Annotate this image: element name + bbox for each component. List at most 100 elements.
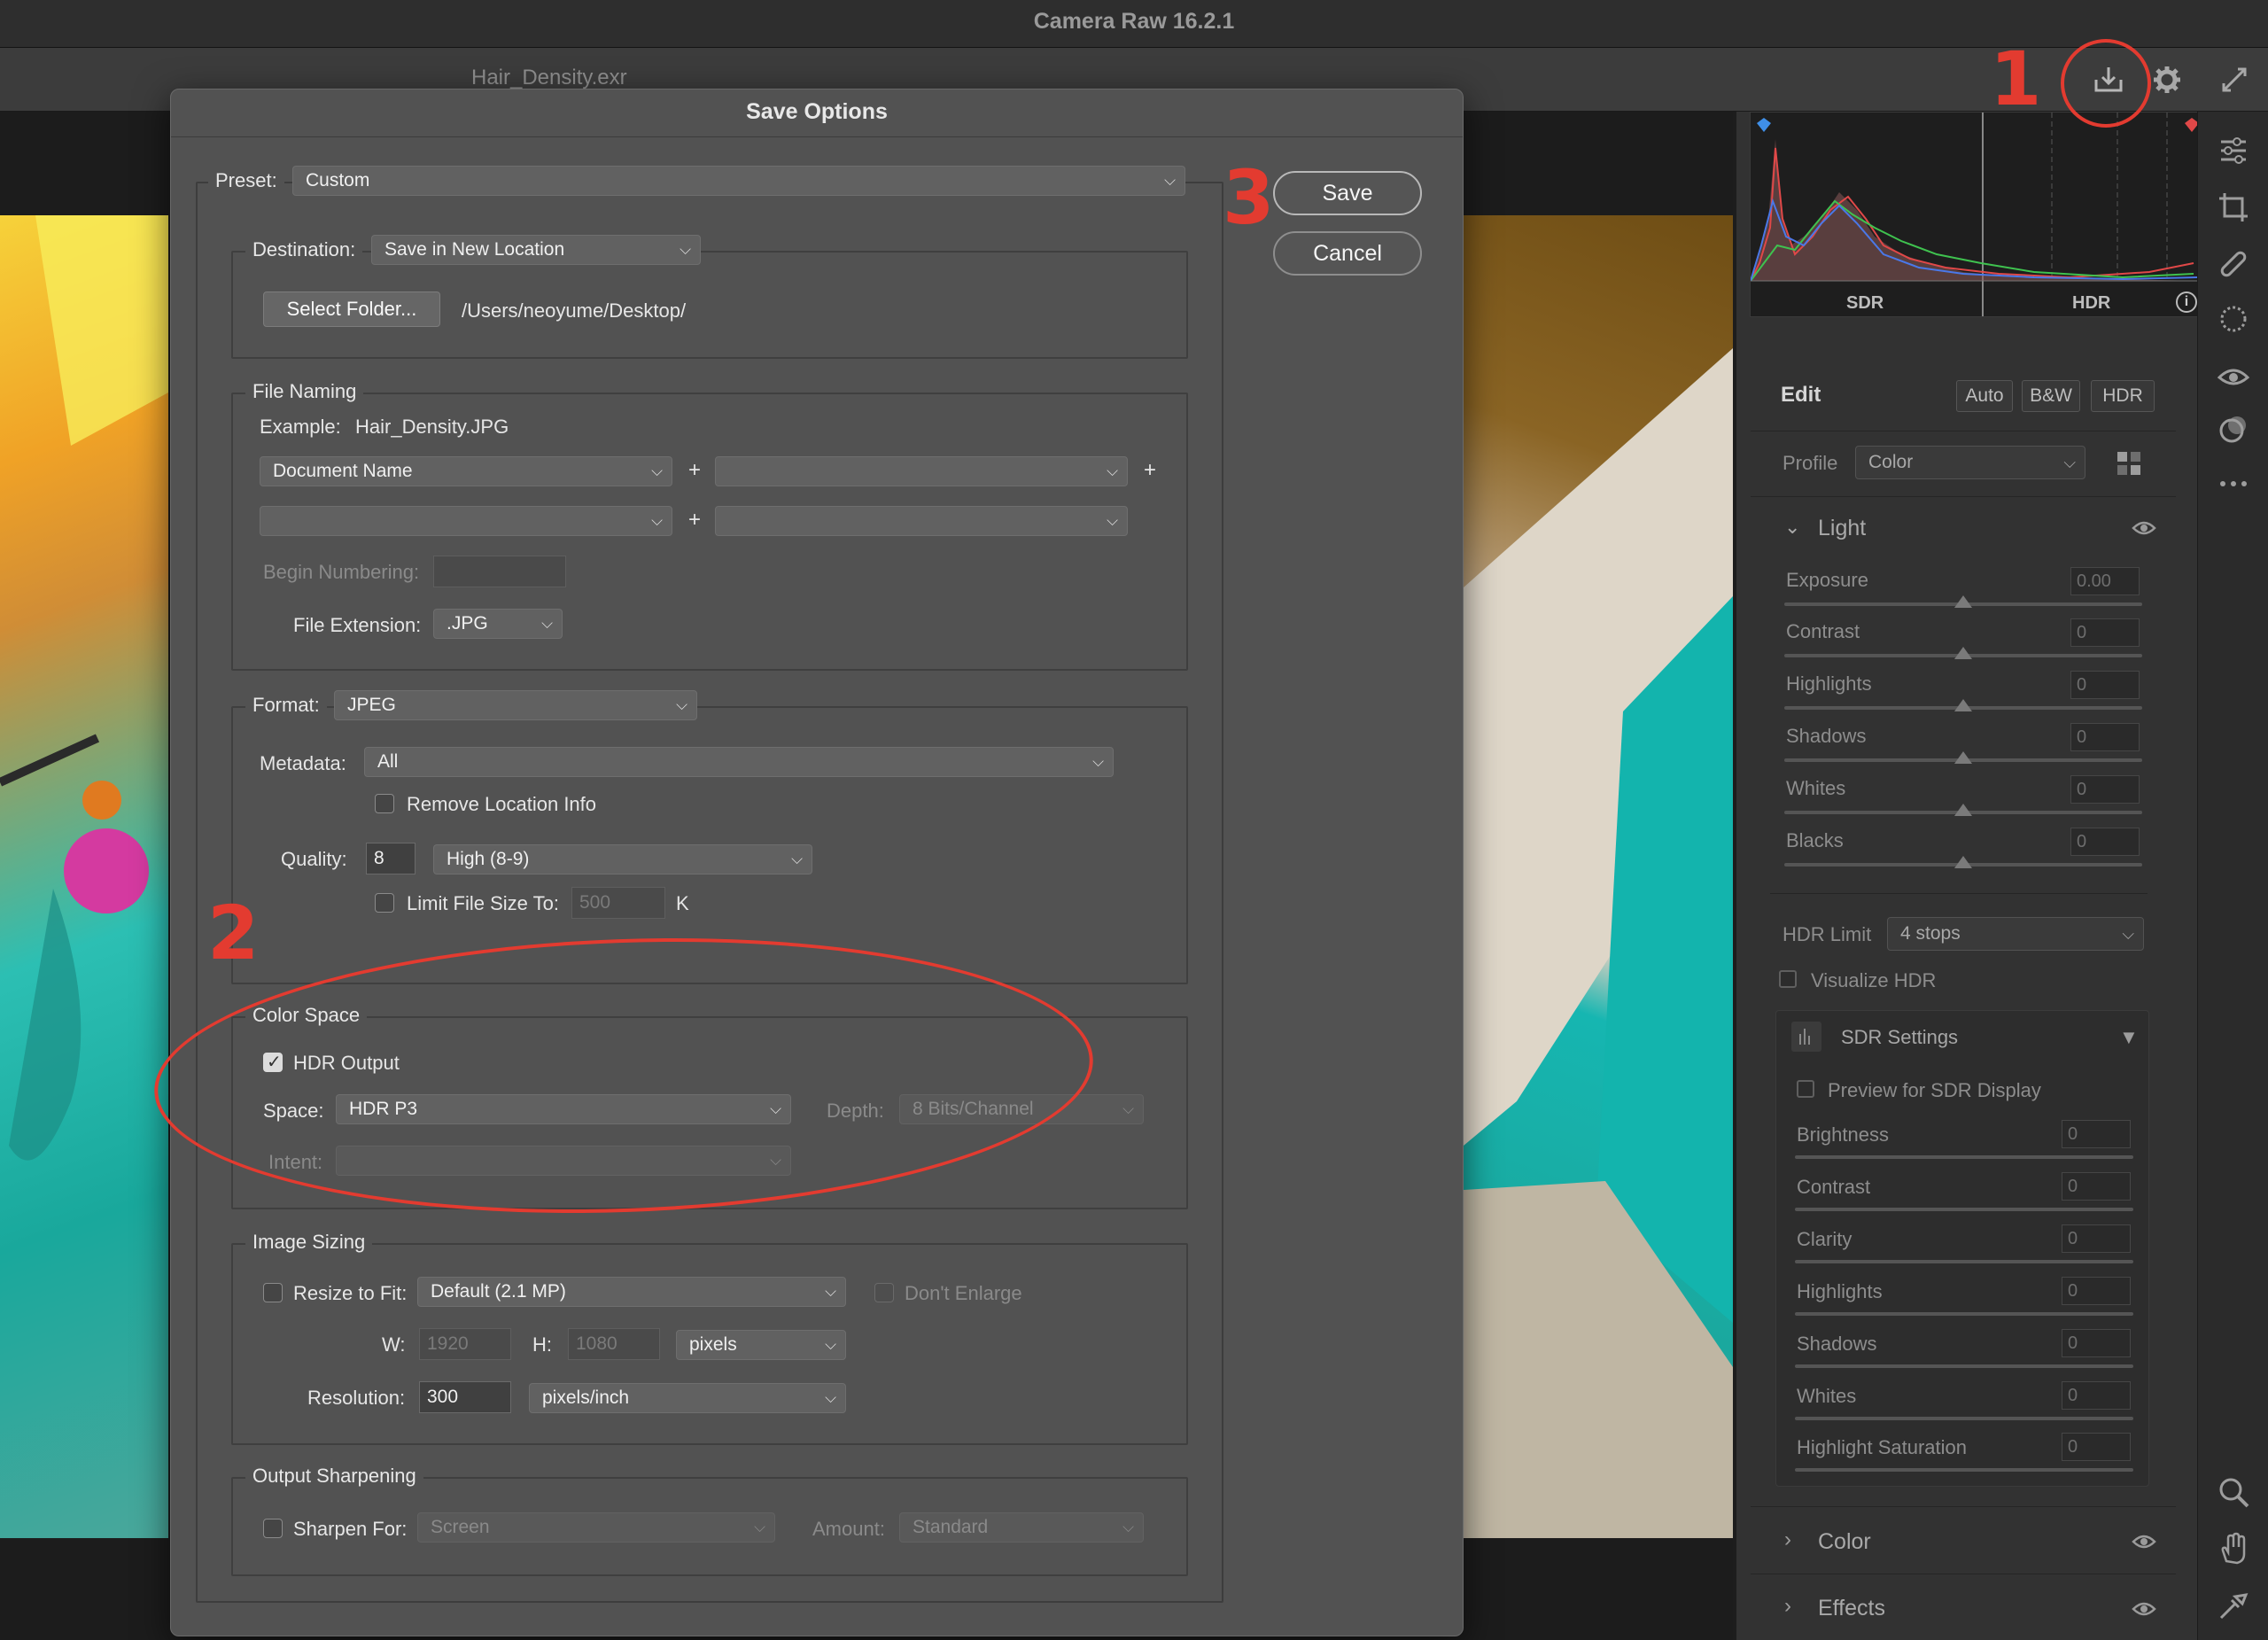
chevron-down-icon[interactable]: ⌄ [1784,516,1800,539]
destination-select[interactable]: Save in New Location ⌵ [371,235,701,265]
sdr-shadows-value[interactable]: 0 [2062,1329,2131,1357]
limit-file-size-input[interactable]: 500 [571,887,665,919]
brightness-slider[interactable] [1795,1155,2133,1159]
eye-icon[interactable] [2132,519,2156,537]
highlight-saturation-slider[interactable] [1795,1468,2133,1472]
resize-to-fit-checkbox[interactable] [263,1283,283,1302]
more-icon[interactable] [2214,464,2253,503]
contrast-slider-thumb[interactable] [1954,647,1972,659]
whites-value[interactable]: 0 [2070,775,2140,804]
width-input[interactable]: 1920 [419,1328,511,1360]
hand-icon[interactable] [2214,1529,2253,1568]
highlights-value[interactable]: 0 [2070,671,2140,699]
healing-icon[interactable] [2214,245,2253,284]
remove-location-checkbox[interactable] [375,794,394,813]
limit-file-size-checkbox[interactable] [375,893,394,913]
masking-icon[interactable] [2214,299,2253,338]
amount-select[interactable]: Standard ⌵ [899,1512,1144,1543]
preview-sdr-checkbox[interactable] [1797,1080,1814,1098]
save-button[interactable]: Save [1273,171,1422,215]
naming-field-3[interactable]: ⌵ [260,506,672,536]
presets-icon[interactable] [2214,409,2253,448]
size-unit-select[interactable]: pixels ⌵ [676,1330,846,1360]
format-select[interactable]: JPEG ⌵ [334,690,697,720]
clarity-label: Clarity [1797,1228,1852,1250]
chevron-down-icon: ⌵ [1164,172,1176,189]
cancel-button[interactable]: Cancel [1273,231,1422,276]
highlight-saturation-value[interactable]: 0 [2062,1433,2131,1461]
naming-field-1[interactable]: Document Name ⌵ [260,456,672,486]
auto-button[interactable]: Auto [1956,380,2013,412]
chevron-right-icon[interactable]: › [1784,1594,1791,1619]
annotation-circle-save-icon [2061,39,2151,128]
whites-label: Whites [1786,777,1846,799]
effects-section-title[interactable]: Effects [1818,1596,1885,1621]
blacks-slider-thumb[interactable] [1954,856,1972,868]
edit-sliders-icon[interactable] [2214,131,2253,170]
brightness-value[interactable]: 0 [2062,1120,2131,1148]
color-section-title[interactable]: Color [1818,1529,1871,1555]
preset-select[interactable]: Custom ⌵ [292,166,1185,196]
sdr-shadows-slider[interactable] [1795,1364,2133,1368]
remove-location-label: Remove Location Info [407,793,597,815]
naming-field-2[interactable]: ⌵ [715,456,1128,486]
chevron-down-icon: ⌵ [1092,753,1104,770]
hdr-limit-select[interactable]: 4 stops ⌵ [1887,917,2144,951]
exposure-slider-thumb[interactable] [1954,595,1972,608]
chevron-down-icon: ⌵ [825,1283,836,1300]
sdr-highlights-value[interactable]: 0 [2062,1277,2131,1305]
destination-path: /Users/neoyume/Desktop/ [462,299,687,322]
sdr-whites-value[interactable]: 0 [2062,1381,2131,1410]
sdr-contrast-value[interactable]: 0 [2062,1172,2131,1201]
visualize-hdr-checkbox[interactable] [1779,970,1797,988]
sdr-contrast-slider[interactable] [1795,1208,2133,1211]
sdr-whites-slider[interactable] [1795,1417,2133,1420]
bw-button[interactable]: B&W [2022,380,2080,412]
sharpen-for-checkbox[interactable] [263,1519,283,1538]
highlights-slider-thumb[interactable] [1954,699,1972,711]
sdr-settings-title[interactable]: SDR Settings [1841,1026,1958,1049]
eye-icon[interactable] [2132,1533,2156,1551]
select-folder-button[interactable]: Select Folder... [263,291,440,327]
resolution-unit-select[interactable]: pixels/inch ⌵ [529,1383,846,1413]
crop-icon[interactable] [2214,188,2253,227]
chevron-right-icon[interactable]: › [1784,1527,1791,1552]
clarity-slider[interactable] [1795,1260,2133,1263]
info-icon[interactable]: i [2176,291,2197,313]
dont-enlarge-checkbox[interactable] [874,1283,894,1302]
sdr-highlights-slider[interactable] [1795,1312,2133,1316]
file-extension-label: File Extension: [293,614,422,636]
chevron-down-icon: ⌵ [680,241,691,258]
quality-input[interactable]: 8 [366,843,416,874]
resolution-input[interactable]: 300 [419,1381,511,1413]
shadows-value[interactable]: 0 [2070,723,2140,751]
file-extension-select[interactable]: .JPG ⌵ [433,609,563,639]
metadata-select[interactable]: All ⌵ [364,747,1114,777]
clarity-value[interactable]: 0 [2062,1224,2131,1253]
sharpen-for-select[interactable]: Screen ⌵ [417,1512,775,1543]
profile-select[interactable]: Color ⌵ [1855,446,2085,479]
contrast-value[interactable]: 0 [2070,618,2140,647]
resize-select[interactable]: Default (2.1 MP) ⌵ [417,1277,846,1307]
whites-slider-thumb[interactable] [1954,804,1972,816]
blacks-value[interactable]: 0 [2070,828,2140,856]
fullscreen-icon[interactable] [2211,57,2257,103]
height-input[interactable]: 1080 [568,1328,660,1360]
eye-icon[interactable] [2132,1600,2156,1618]
quality-preset-select[interactable]: High (8-9) ⌵ [433,844,812,874]
begin-numbering-input[interactable] [433,556,566,587]
zoom-icon[interactable] [2214,1473,2253,1512]
triangle-down-icon[interactable]: ▼ [2119,1026,2139,1049]
light-section-title[interactable]: Light [1818,516,1866,541]
format-label: Format: [245,694,327,717]
sampler-icon[interactable] [2214,1586,2253,1625]
hdr-button[interactable]: HDR [2091,380,2155,412]
red-eye-icon[interactable] [2214,356,2253,395]
example-label: Example: [260,416,341,438]
naming-field-1-value: Document Name [273,461,413,481]
naming-field-4[interactable]: ⌵ [715,506,1128,536]
exposure-value[interactable]: 0.00 [2070,567,2140,595]
plus-separator: + [688,458,702,482]
shadows-slider-thumb[interactable] [1954,751,1972,764]
profile-browser-icon[interactable] [2116,449,2144,478]
